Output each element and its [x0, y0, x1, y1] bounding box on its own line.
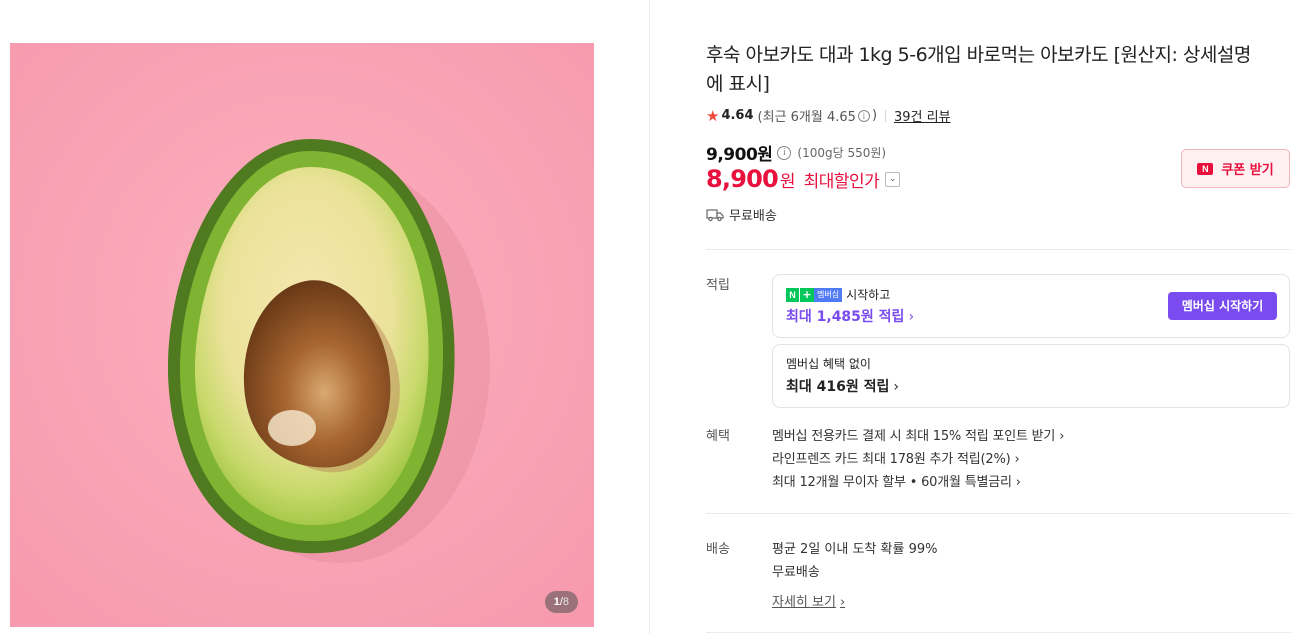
- recent-rating: (최근 6개월 4.65: [757, 110, 856, 125]
- benefit-text: 라인프렌즈 카드 최대 178원 추가 적립(2%): [772, 452, 1011, 467]
- basic-max-points[interactable]: 최대 416원 적립 ›: [786, 376, 899, 396]
- truck-icon: [706, 208, 724, 221]
- membership-max-points-text: 최대 1,485원 적립: [786, 309, 905, 325]
- delivery-detail-link[interactable]: 자세히 보기 ›: [772, 591, 845, 610]
- pager-total: 8: [562, 596, 569, 608]
- original-price-row: 9,900원 i (100g당 550원): [706, 140, 886, 165]
- vertical-divider: [649, 0, 650, 634]
- unit-price: (100g당 550원): [797, 146, 887, 160]
- basic-max-points-text: 최대 416원 적립: [786, 379, 890, 395]
- benefit-item[interactable]: 최대 12개월 무이자 할부 • 60개월 특별금리 ›: [772, 471, 1021, 490]
- membership-line1-text: 시작하고: [846, 288, 891, 302]
- star-icon: ★: [706, 106, 720, 125]
- basic-points-line1: 멤버십 혜택 없이: [786, 357, 871, 371]
- coupon-label: 쿠폰 받기: [1221, 163, 1274, 178]
- start-membership-button[interactable]: 멤버십 시작하기: [1168, 292, 1277, 320]
- membership-line1: N + 멤버십 시작하고: [786, 286, 890, 303]
- rating-separator: [885, 109, 887, 122]
- info-icon[interactable]: i: [857, 109, 870, 122]
- coupon-button[interactable]: N 쿠폰 받기: [1181, 149, 1290, 188]
- naver-n-icon: N: [786, 287, 799, 302]
- delivery-label: 배송: [706, 542, 730, 557]
- membership-max-points[interactable]: 최대 1,485원 적립 ›: [786, 306, 914, 326]
- plus-icon: +: [799, 287, 814, 302]
- chevron-right-icon: ›: [908, 309, 915, 325]
- sale-price: 8,900: [706, 165, 779, 193]
- sale-label: 최대할인가: [803, 172, 880, 192]
- image-pager: 1/8: [544, 591, 578, 613]
- chevron-down-icon[interactable]: ⌄: [885, 171, 901, 187]
- product-image[interactable]: 1/8: [10, 43, 594, 627]
- chevron-right-icon: ›: [1015, 475, 1021, 490]
- benefit-item[interactable]: 라인프렌즈 카드 최대 178원 추가 적립(2%) ›: [772, 448, 1020, 467]
- naver-membership-badge: N + 멤버십: [786, 287, 843, 302]
- chevron-right-icon: ›: [839, 595, 846, 610]
- review-count-link[interactable]: 39건 리뷰: [894, 106, 951, 125]
- divider: [706, 513, 1291, 514]
- original-price: 9,900원: [706, 145, 773, 165]
- benefits-label: 혜택: [706, 429, 730, 444]
- delivery-fee: 무료배송: [772, 565, 820, 580]
- chevron-right-icon: ›: [893, 379, 899, 395]
- rating-row: ★ 4.64 (최근 6개월 4.65 i ) 39건 리뷰: [706, 106, 951, 126]
- divider: [706, 249, 1291, 250]
- benefit-text: 최대 12개월 무이자 할부 • 60개월 특별금리: [772, 475, 1012, 490]
- benefit-item[interactable]: 멤버십 전용카드 결제 시 최대 15% 적립 포인트 받기 ›: [772, 425, 1064, 444]
- coupon-icon: N: [1197, 162, 1214, 175]
- avocado-image: [10, 43, 594, 627]
- shipping-summary-row: 무료배송: [706, 205, 777, 224]
- basic-points-card[interactable]: 멤버십 혜택 없이 최대 416원 적립 ›: [772, 344, 1290, 408]
- membership-badge-text: 멤버십: [814, 287, 843, 302]
- chevron-right-icon: ›: [1059, 429, 1065, 444]
- delivery-detail-text: 자세히 보기: [772, 595, 836, 610]
- rating-score: 4.64: [721, 108, 754, 123]
- price-info-icon[interactable]: i: [777, 145, 792, 160]
- benefit-text: 멤버십 전용카드 결제 시 최대 15% 적립 포인트 받기: [772, 429, 1056, 444]
- delivery-estimate: 평균 2일 이내 도착 확률 99%: [772, 542, 938, 557]
- product-title: 후숙 아보카도 대과 1kg 5-6개입 바로먹는 아보카도 [원산지: 상세설…: [706, 44, 1251, 95]
- points-label: 적립: [706, 278, 730, 293]
- sale-currency: 원: [779, 172, 796, 192]
- divider: [706, 632, 1291, 633]
- recent-rating-close: ): [871, 108, 878, 123]
- shipping-summary: 무료배송: [729, 209, 777, 224]
- sale-price-row: 8,900 원 최대할인가 ⌄: [706, 165, 901, 193]
- membership-points-card[interactable]: N + 멤버십 시작하고 최대 1,485원 적립 › 멤버십 시작하기: [772, 274, 1290, 338]
- chevron-right-icon: ›: [1014, 452, 1020, 467]
